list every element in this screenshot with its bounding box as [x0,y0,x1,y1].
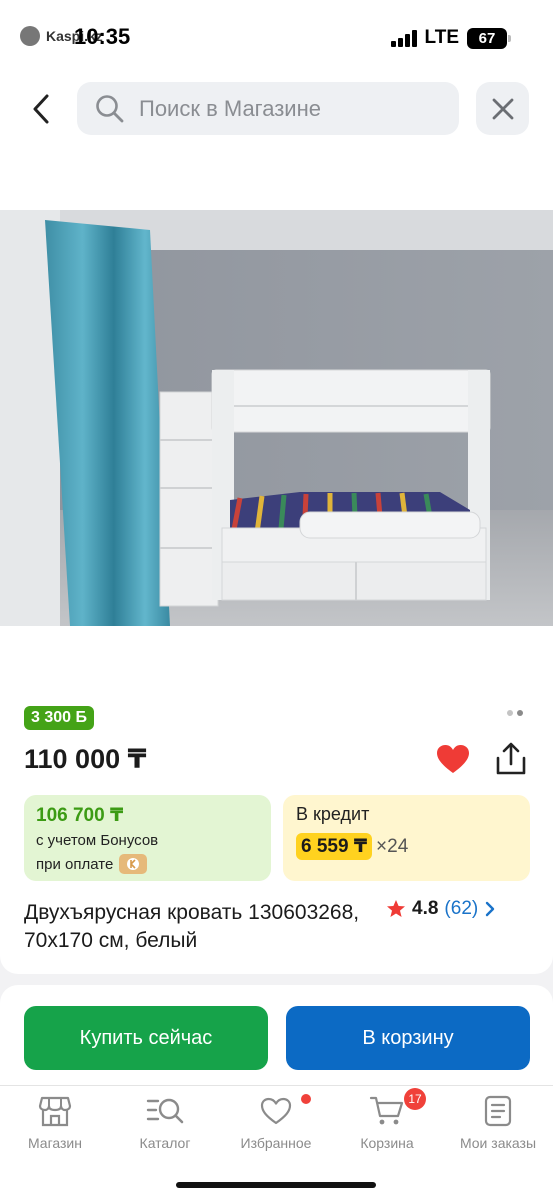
home-indicator[interactable] [176,1182,376,1188]
product-info: 3 300 Б 110 000 ₸ 106 700 ₸ с учетом Бон… [0,696,553,974]
action-bar: Купить сейчас В корзину [0,985,553,1085]
credit-row: 6 559 ₸ ×24 [296,833,517,860]
add-to-cart-button[interactable]: В корзину [286,1006,530,1070]
credit-title: В кредит [296,804,370,824]
bonus-badge: 3 300 Б [24,706,94,730]
chevron-left-icon [33,94,49,124]
heart-outline-icon [260,1097,292,1125]
status-time: 10:35 [74,24,131,49]
rating-link[interactable]: 4.8 (62) [386,898,496,920]
nav-label-store: Магазин [27,1135,82,1151]
rating-value: 4.8 [412,898,439,919]
status-indicators: LTE 67 [390,27,511,49]
monthly-payment: 6 559 ₸ [296,833,373,860]
search-icon [96,94,124,122]
favorite-button[interactable] [436,744,470,774]
buy-now-button[interactable]: Купить сейчас [24,1006,268,1070]
chevron-right-icon [486,901,495,917]
nav-label-catalog: Каталог [139,1135,191,1151]
bonus-price-card[interactable]: 106 700 ₸ с учетом Бонусов при оплате [24,795,271,881]
image-pager [507,710,523,716]
nav-label-favorites: Избранное [240,1135,312,1151]
store-icon [38,1096,72,1127]
battery-icon: 67 [467,27,511,49]
bonus-line-2: при оплате [36,855,114,873]
top-bar [0,74,553,210]
share-icon [496,742,526,775]
search-bar[interactable] [77,82,459,135]
favorites-notification-dot [301,1094,311,1104]
kaspi-app-icon [20,26,40,46]
search-input[interactable] [139,95,439,122]
product-price: 110 000 ₸ [24,744,147,774]
product-image[interactable] [0,210,553,626]
battery-level: 67 [478,29,496,47]
back-button[interactable] [24,92,58,126]
cart-icon [369,1096,404,1125]
orders-icon [484,1095,512,1127]
close-button[interactable] [476,82,529,135]
share-button[interactable] [495,742,527,776]
nav-item-store[interactable]: Магазин [0,1094,110,1151]
close-icon [492,98,513,119]
bunk-bed-photo [0,210,553,626]
image-spacer [0,626,553,696]
pager-dot-active [517,710,523,716]
credit-term: ×24 [376,835,409,857]
catalog-search-icon [146,1098,184,1124]
signal-icon [390,29,417,47]
product-title: Двухъярусная кровать 130603268, 70x170 с… [24,901,360,952]
nav-label-orders: Мои заказы [459,1135,537,1151]
bonus-price: 106 700 ₸ [36,805,124,826]
bonus-line-2-row: при оплате [36,854,259,874]
nav-item-cart[interactable]: 17 Корзина [332,1088,442,1151]
kaspi-bonus-icon [119,854,148,874]
status-bar: Kaspi.kz 10:35 LTE 67 [0,0,553,74]
heart-filled-icon [437,745,469,773]
bonus-line-1: с учетом Бонусов [36,832,159,849]
cart-count-badge: 17 [404,1088,426,1110]
nav-item-catalog[interactable]: Каталог [110,1094,220,1151]
network-type: LTE [424,27,459,48]
nav-item-orders[interactable]: Мои заказы [443,1094,553,1151]
nav-item-favorites[interactable]: Избранное [221,1094,331,1151]
star-icon [387,900,405,917]
bottom-nav: Магазин Каталог Избранное 17 Корзина Мои… [0,1085,553,1200]
review-count: (62) [444,898,479,919]
nav-label-cart: Корзина [360,1135,414,1151]
credit-card[interactable]: В кредит 6 559 ₸ ×24 [283,795,530,881]
pager-dot [507,710,513,716]
